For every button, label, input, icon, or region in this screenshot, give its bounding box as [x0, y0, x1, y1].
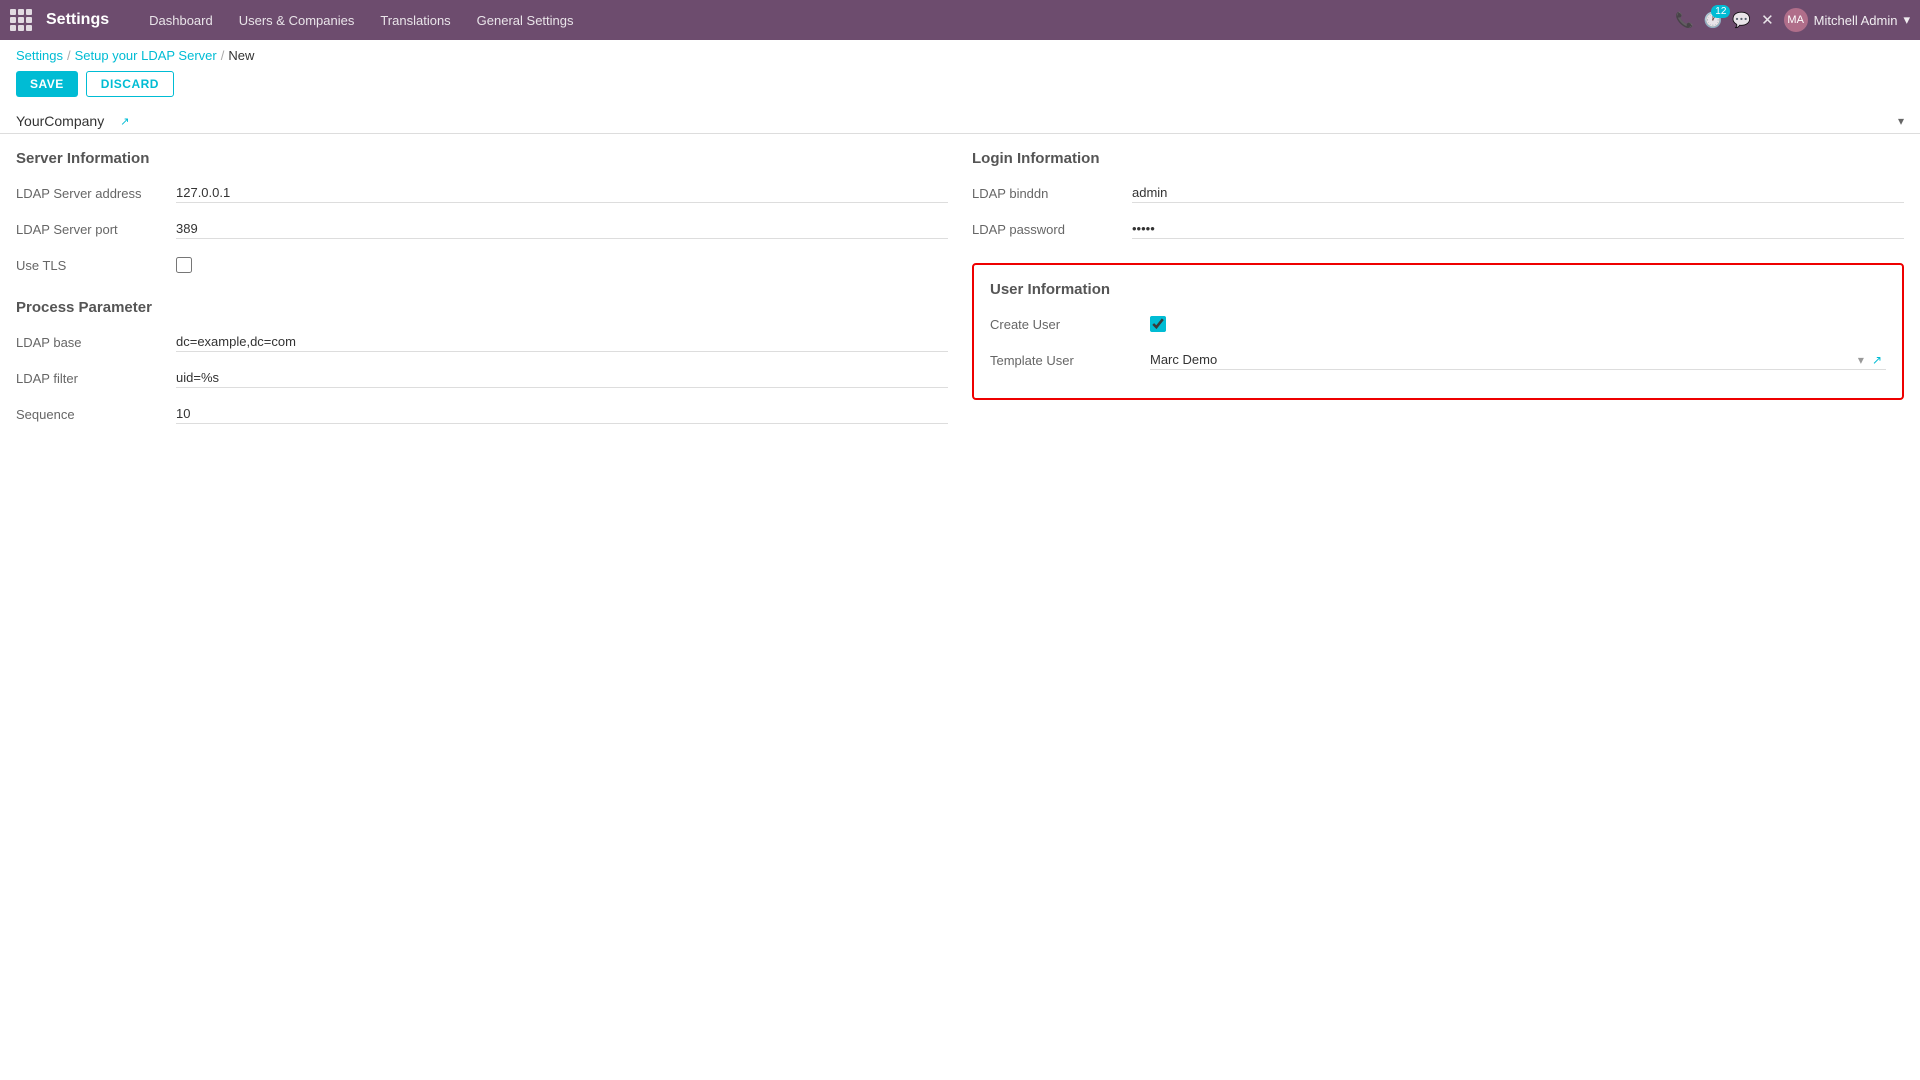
company-ext-link-icon[interactable]: ↗ — [120, 115, 129, 128]
main-content: Server Information LDAP Server address L… — [0, 134, 1920, 452]
navbar-right: 📞 🕐 12 💬 ✕ MA Mitchell Admin ▾ — [1675, 8, 1910, 32]
use-tls-label: Use TLS — [16, 258, 176, 273]
process-param-section: Process Parameter LDAP base LDAP filter … — [16, 299, 948, 428]
login-info-title: Login Information — [972, 150, 1904, 167]
ldap-base-input[interactable] — [176, 332, 948, 352]
activity-icon[interactable]: 🕐 12 — [1704, 11, 1723, 29]
ldap-password-input[interactable] — [1132, 219, 1904, 239]
nav-dashboard[interactable]: Dashboard — [137, 7, 225, 34]
activity-badge: 12 — [1711, 5, 1730, 18]
nav-translations[interactable]: Translations — [368, 7, 462, 34]
breadcrumb-sep-1: / — [67, 48, 71, 63]
breadcrumb-settings[interactable]: Settings — [16, 48, 63, 63]
company-left: YourCompany ↗ — [16, 113, 129, 129]
ldap-server-address-input[interactable] — [176, 183, 948, 203]
user-menu[interactable]: MA Mitchell Admin ▾ — [1784, 8, 1910, 32]
nav-users-companies[interactable]: Users & Companies — [227, 7, 367, 34]
sequence-label: Sequence — [16, 407, 176, 422]
ldap-server-port-row: LDAP Server port — [16, 215, 948, 243]
template-user-row: Template User ▾ ↗ — [990, 346, 1886, 374]
ldap-server-port-input[interactable] — [176, 219, 948, 239]
breadcrumb-setup[interactable]: Setup your LDAP Server — [75, 48, 217, 63]
sequence-row: Sequence — [16, 400, 948, 428]
nav-menu: Dashboard Users & Companies Translations… — [137, 7, 1667, 34]
template-user-input[interactable] — [1150, 350, 1854, 369]
navbar: Settings Dashboard Users & Companies Tra… — [0, 0, 1920, 40]
company-dropdown-arrow[interactable]: ▾ — [1898, 114, 1904, 128]
user-dropdown-arrow[interactable]: ▾ — [1903, 12, 1910, 28]
company-selector: YourCompany ↗ ▾ — [0, 109, 1920, 134]
chat-icon[interactable]: 💬 — [1732, 11, 1751, 29]
use-tls-checkbox[interactable] — [176, 257, 192, 273]
template-user-ext-link[interactable]: ↗ — [1868, 353, 1886, 367]
left-column: Server Information LDAP Server address L… — [16, 150, 948, 436]
breadcrumb-current: New — [228, 48, 254, 63]
create-user-label: Create User — [990, 317, 1150, 332]
ldap-base-label: LDAP base — [16, 335, 176, 350]
template-user-label: Template User — [990, 353, 1150, 368]
ldap-binddn-input[interactable] — [1132, 183, 1904, 203]
app-title: Settings — [46, 11, 109, 29]
user-avatar: MA — [1784, 8, 1808, 32]
template-user-dropdown-arrow[interactable]: ▾ — [1854, 353, 1868, 367]
discard-button[interactable]: DISCARD — [86, 71, 174, 97]
ldap-server-address-label: LDAP Server address — [16, 186, 176, 201]
apps-menu-icon[interactable] — [10, 9, 32, 31]
close-icon[interactable]: ✕ — [1761, 11, 1774, 29]
ldap-binddn-label: LDAP binddn — [972, 186, 1132, 201]
create-user-checkbox[interactable] — [1150, 316, 1166, 332]
company-name: YourCompany — [16, 113, 104, 129]
ldap-binddn-row: LDAP binddn — [972, 179, 1904, 207]
ldap-filter-label: LDAP filter — [16, 371, 176, 386]
breadcrumb: Settings / Setup your LDAP Server / New — [0, 40, 1920, 67]
sequence-input[interactable] — [176, 404, 948, 424]
nav-general-settings[interactable]: General Settings — [465, 7, 586, 34]
right-column: Login Information LDAP binddn LDAP passw… — [972, 150, 1904, 436]
login-info-section: Login Information LDAP binddn LDAP passw… — [972, 150, 1904, 243]
use-tls-row: Use TLS — [16, 251, 948, 279]
process-param-title: Process Parameter — [16, 299, 948, 316]
action-bar: SAVE DISCARD — [0, 67, 1920, 109]
server-info-section: Server Information LDAP Server address L… — [16, 150, 948, 279]
user-name: Mitchell Admin — [1814, 13, 1898, 28]
ldap-filter-input[interactable] — [176, 368, 948, 388]
ldap-filter-row: LDAP filter — [16, 364, 948, 392]
phone-icon[interactable]: 📞 — [1675, 11, 1694, 29]
ldap-base-row: LDAP base — [16, 328, 948, 356]
user-info-title: User Information — [990, 281, 1886, 298]
breadcrumb-sep-2: / — [221, 48, 225, 63]
user-info-section: User Information Create User Template Us… — [972, 263, 1904, 400]
save-button[interactable]: SAVE — [16, 71, 78, 97]
create-user-row: Create User — [990, 310, 1886, 338]
ldap-server-port-label: LDAP Server port — [16, 222, 176, 237]
template-user-field: ▾ ↗ — [1150, 350, 1886, 370]
ldap-server-address-row: LDAP Server address — [16, 179, 948, 207]
two-col-layout: Server Information LDAP Server address L… — [16, 150, 1904, 436]
server-info-title: Server Information — [16, 150, 948, 167]
ldap-password-row: LDAP password — [972, 215, 1904, 243]
ldap-password-label: LDAP password — [972, 222, 1132, 237]
